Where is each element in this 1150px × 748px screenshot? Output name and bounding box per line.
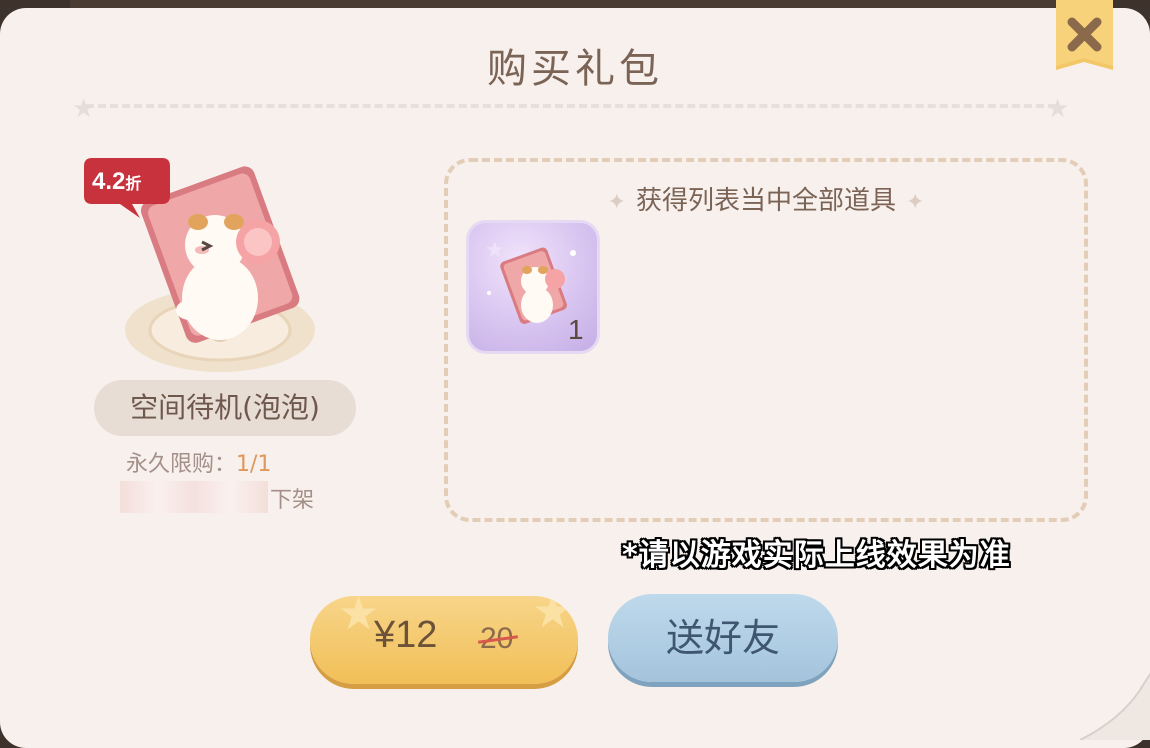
item-name: 空间待机(泡泡) — [94, 380, 356, 436]
buy-button[interactable]: ★ ★ ¥12 20 — [310, 596, 578, 684]
close-button[interactable] — [1052, 0, 1117, 78]
title-divider — [86, 104, 1056, 108]
limit-label: 永久限购： — [126, 452, 237, 477]
svg-text:★: ★ — [485, 238, 505, 263]
sparkle-icon: ✦ — [906, 190, 925, 215]
close-x-icon — [1056, 0, 1113, 70]
reward-count: 1 — [568, 314, 584, 345]
blurred-date — [120, 481, 268, 513]
sparkle-icon: ✦ — [607, 190, 626, 215]
gift-friend-button[interactable]: 送好友 — [608, 594, 838, 682]
purchase-limit: 永久限购：1/1 — [126, 446, 271, 478]
gift-button-label: 送好友 — [665, 616, 780, 660]
offshelf-label: 下架 — [270, 488, 315, 513]
button-star-icon: ★ — [532, 596, 574, 638]
buy-price: ¥12 — [374, 614, 438, 656]
dialog-title: 购买礼包 — [487, 46, 663, 92]
discount-suffix: 折 — [125, 176, 142, 193]
divider-star-icon: ★ — [72, 94, 96, 124]
original-price: 20 — [480, 622, 514, 655]
window-top-strip — [70, 0, 1070, 8]
divider-star-icon: ★ — [1046, 94, 1070, 124]
reward-list-heading: ✦ 获得列表当中全部道具 ✦ — [444, 180, 1088, 217]
reward-heading-text: 获得列表当中全部道具 — [635, 186, 896, 216]
discount-number: 4.2 — [92, 168, 126, 195]
page-curl-decoration — [1080, 672, 1150, 740]
limit-value: 1/1 — [236, 452, 272, 477]
disclaimer-text: *请以游戏实际上线效果为准 — [622, 538, 1011, 573]
discount-badge: 4.2折 — [92, 168, 162, 196]
